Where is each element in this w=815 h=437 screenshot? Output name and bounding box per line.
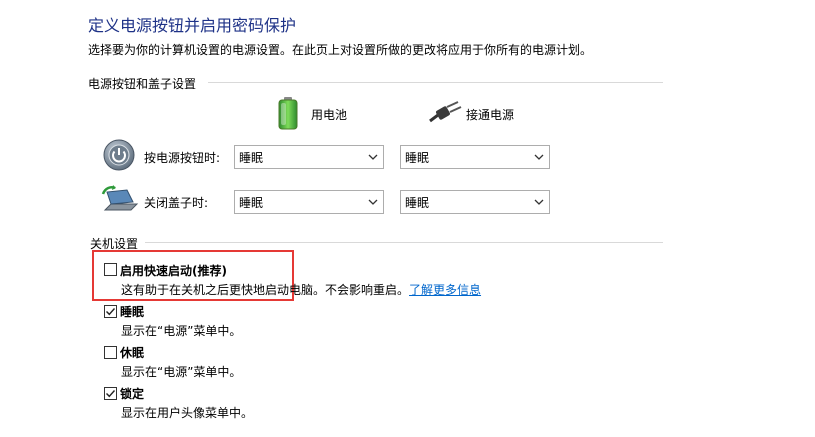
power-plug-icon [428, 101, 462, 128]
page-title: 定义电源按钮并启用密码保护 [88, 16, 297, 35]
fast-startup-description: 这有助于在关机之后更快地启动电脑。不会影响重启。了解更多信息 [121, 281, 481, 298]
sleep-description: 显示在“电源”菜单中。 [121, 324, 242, 338]
chevron-down-icon [534, 150, 544, 167]
lock-description: 显示在用户头像菜单中。 [121, 406, 254, 420]
lid-row-label: 关闭盖子时: [144, 196, 209, 210]
select-value: 睡眠 [239, 150, 264, 165]
checkmark-icon [106, 308, 116, 316]
power-button-battery-select[interactable]: 睡眠 [234, 145, 384, 169]
hibernate-description: 显示在“电源”菜单中。 [121, 365, 242, 379]
page-subtitle: 选择要为你的计算机设置的电源设置。在此页上对设置所做的更改将应用于你所有的电源计… [88, 43, 593, 57]
battery-column-label: 用电池 [311, 108, 348, 122]
sleep-checkbox[interactable] [104, 305, 117, 318]
power-button-icon [103, 139, 135, 174]
learn-more-link[interactable]: 了解更多信息 [409, 283, 481, 297]
chevron-down-icon [534, 195, 544, 212]
lid-plugged-select[interactable]: 睡眠 [400, 190, 550, 214]
power-section-label: 电源按钮和盖子设置 [88, 77, 197, 91]
chevron-down-icon [368, 195, 378, 212]
select-value: 睡眠 [405, 150, 430, 165]
checkmark-icon [106, 390, 116, 398]
laptop-lid-icon [101, 184, 139, 219]
hibernate-checkbox[interactable] [104, 346, 117, 359]
lid-battery-select[interactable]: 睡眠 [234, 190, 384, 214]
fast-startup-title: 启用快速启动(推荐) [120, 264, 227, 278]
power-button-row-label: 按电源按钮时: [144, 151, 221, 165]
power-section-divider [208, 82, 663, 83]
lock-title: 锁定 [120, 387, 145, 401]
sleep-title: 睡眠 [120, 305, 145, 319]
select-value: 睡眠 [239, 195, 264, 210]
hibernate-title: 休眠 [120, 346, 145, 360]
shutdown-section-divider [145, 242, 663, 243]
battery-icon [275, 96, 301, 133]
lock-checkbox[interactable] [104, 387, 117, 400]
fast-startup-desc-text: 这有助于在关机之后更快地启动电脑。不会影响重启。 [121, 283, 410, 297]
chevron-down-icon [368, 150, 378, 167]
select-value: 睡眠 [405, 195, 430, 210]
plugged-column-label: 接通电源 [466, 108, 515, 122]
power-button-plugged-select[interactable]: 睡眠 [400, 145, 550, 169]
fast-startup-checkbox[interactable] [104, 263, 117, 276]
